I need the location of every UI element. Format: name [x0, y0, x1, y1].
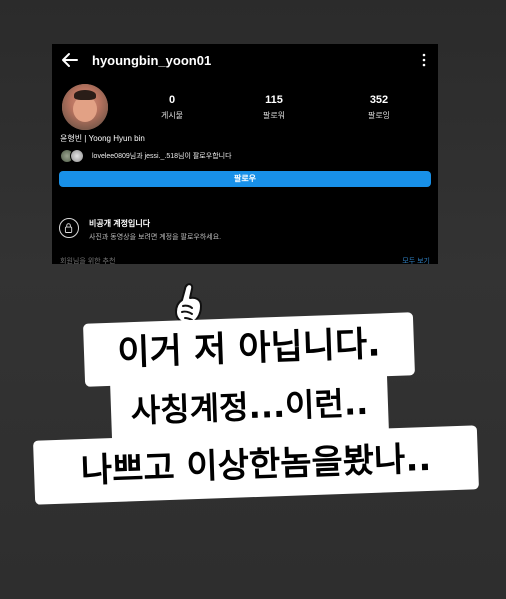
following-label: 팔로잉	[367, 111, 391, 120]
profile-username: hyoungbin_yoon01	[92, 53, 212, 68]
lock-icon	[59, 218, 79, 238]
back-arrow-icon[interactable]	[61, 52, 79, 68]
private-account-subtitle: 사진과 동영상을 보려면 계정을 팔로우하세요.	[89, 234, 222, 241]
following-count: 352	[369, 94, 389, 106]
more-options-icon[interactable]	[422, 52, 426, 68]
private-account-title: 비공개 계정입니다	[89, 219, 151, 228]
private-account-notice: 비공개 계정입니다 사진과 동영상을 보려면 계정을 팔로우하세요.	[59, 216, 431, 246]
follower-avatar-2	[70, 149, 84, 163]
profile-avatar[interactable]	[62, 84, 108, 130]
followers-label: 팔로워	[262, 111, 286, 120]
instagram-profile-screenshot: hyoungbin_yoon01 0 게시물 115 팔로워 352 팔로잉 윤…	[52, 44, 438, 264]
suggestions-label: 회원님을 위한 추천	[60, 258, 116, 264]
posts-label: 게시물	[160, 111, 184, 120]
followed-by-text: lovelee0809님과 jessi._.518님이 팔로우합니다	[92, 153, 232, 160]
posts-stat[interactable]: 0 게시물	[132, 94, 212, 121]
follow-button[interactable]: 팔로우	[59, 171, 431, 187]
followed-by-row[interactable]: lovelee0809님과 jessi._.518님이 팔로우합니다	[60, 148, 430, 163]
caption-line-3: 나쁘고 이상한놈을봤나..	[33, 425, 479, 505]
followers-count: 115	[265, 94, 283, 106]
followers-stat[interactable]: 115 팔로워	[234, 94, 314, 121]
profile-bio-name: 윤형빈 | Yoong Hyun bin	[60, 134, 145, 143]
posts-count: 0	[168, 94, 176, 106]
top-bar: hyoungbin_yoon01	[52, 44, 438, 78]
following-stat[interactable]: 352 팔로잉	[339, 94, 419, 121]
see-all-link[interactable]: 모두 보기	[402, 256, 430, 264]
